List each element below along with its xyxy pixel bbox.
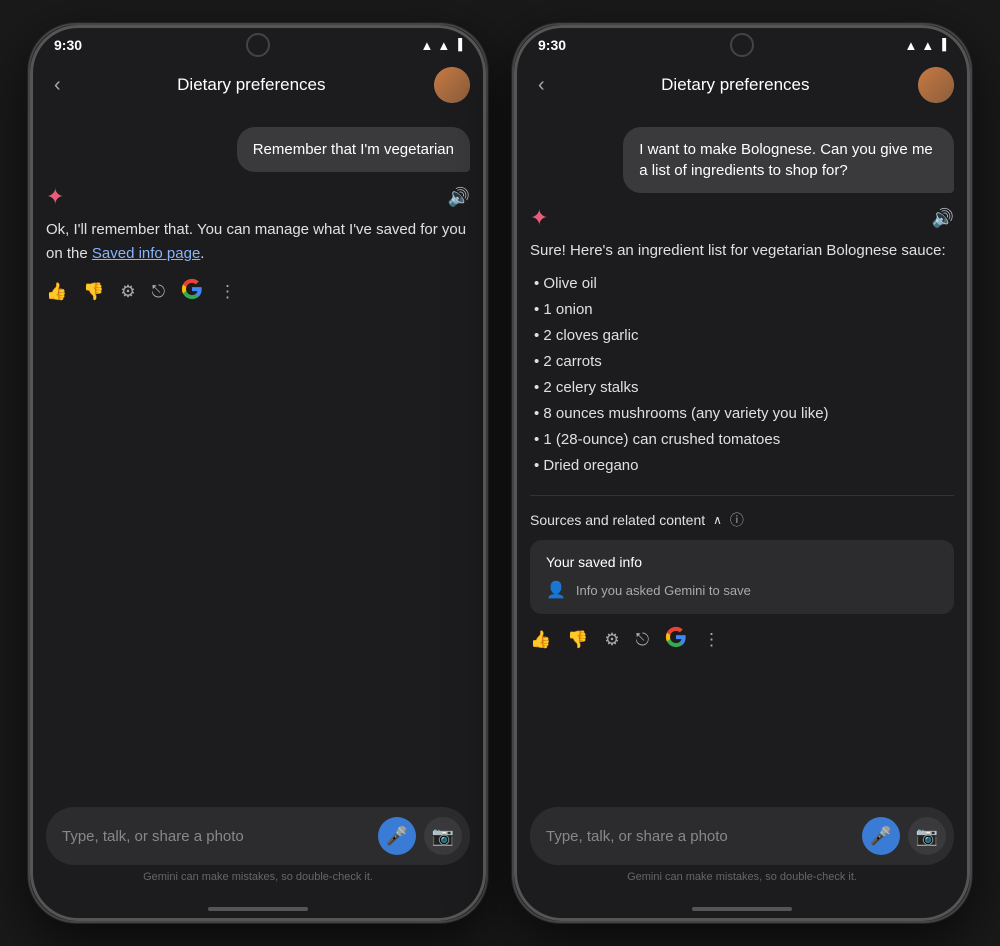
input-area-1: Type, talk, or share a photo 🎤 📷 Gemini … xyxy=(30,795,486,901)
ai-header-row-1: ✦ 🔊 xyxy=(46,184,470,210)
page-title-1: Dietary preferences xyxy=(69,75,434,95)
ai-text-after-link-1: . xyxy=(200,245,204,262)
gemini-star-1: ✦ xyxy=(46,184,64,210)
saved-info-text-2: Info you asked Gemini to save xyxy=(576,583,751,598)
home-indicator-2 xyxy=(514,901,970,921)
sources-header-2[interactable]: Sources and related content ∧ ⓘ xyxy=(530,510,954,530)
ai-text-1: Ok, I'll remember that. You can manage w… xyxy=(46,218,470,266)
input-row-1: Type, talk, or share a photo 🎤 📷 xyxy=(46,807,470,865)
filter-icon-2[interactable]: ⚙ xyxy=(604,630,619,650)
more-icon-1[interactable]: ⋮ xyxy=(219,282,236,302)
avatar-image-1 xyxy=(434,67,470,103)
chat-area-1: Remember that I'm vegetarian ✦ 🔊 Ok, I'l… xyxy=(30,115,486,795)
input-placeholder-2[interactable]: Type, talk, or share a photo xyxy=(546,828,854,845)
time-1: 9:30 xyxy=(54,37,82,53)
disclaimer-2: Gemini can make mistakes, so double-chec… xyxy=(530,865,954,893)
google-icon-1[interactable] xyxy=(181,278,203,305)
status-icons-2: ▲ ▲ ▐ xyxy=(904,38,946,53)
saved-info-card-2: Your saved info 👤 Info you asked Gemini … xyxy=(530,540,954,614)
saved-info-title-2: Your saved info xyxy=(546,554,938,570)
home-bar-1 xyxy=(208,907,308,911)
chevron-up-icon-2: ∧ xyxy=(713,513,722,527)
speaker-icon-2[interactable]: 🔊 xyxy=(932,208,954,229)
mic-button-2[interactable]: 🎤 xyxy=(862,817,900,855)
share-icon-1[interactable]: ⎋ xyxy=(152,282,165,302)
avatar-2[interactable] xyxy=(918,67,954,103)
list-item: 2 cloves garlic xyxy=(534,323,954,349)
chat-area-2: I want to make Bolognese. Can you give m… xyxy=(514,115,970,795)
share-icon-2[interactable]: ⎋ xyxy=(636,630,649,650)
google-icon-2[interactable] xyxy=(665,626,687,653)
person-icon-2: 👤 xyxy=(546,580,566,600)
phone-1: 9:30 ▲ ▲ ▐ ‹ Dietary preferences Remembe… xyxy=(28,23,488,923)
thumbdown-icon-1[interactable]: 👎 xyxy=(83,282,104,302)
input-area-2: Type, talk, or share a photo 🎤 📷 Gemini … xyxy=(514,795,970,901)
sources-label-2: Sources and related content xyxy=(530,512,705,528)
list-item: Olive oil xyxy=(534,271,954,297)
input-placeholder-1[interactable]: Type, talk, or share a photo xyxy=(62,828,370,845)
list-item: 8 ounces mushrooms (any variety you like… xyxy=(534,401,954,427)
ai-intro-text-2: Sure! Here's an ingredient list for vege… xyxy=(530,242,946,259)
notch-2 xyxy=(730,33,754,57)
back-button-1[interactable]: ‹ xyxy=(46,70,69,101)
home-indicator-1 xyxy=(30,901,486,921)
status-bar-2: 9:30 ▲ ▲ ▐ xyxy=(514,25,970,59)
ai-header-row-2: ✦ 🔊 xyxy=(530,205,954,231)
info-icon-2[interactable]: ⓘ xyxy=(730,510,744,530)
notch-1 xyxy=(246,33,270,57)
saved-info-link-1[interactable]: Saved info page xyxy=(92,245,200,262)
more-icon-2[interactable]: ⋮ xyxy=(703,630,720,650)
gemini-star-2: ✦ xyxy=(530,205,548,231)
thumbdown-icon-2[interactable]: 👎 xyxy=(567,630,588,650)
ai-response-2: ✦ 🔊 Sure! Here's an ingredient list for … xyxy=(530,205,954,657)
battery-icon-2: ▐ xyxy=(938,39,946,51)
status-bar-1: 9:30 ▲ ▲ ▐ xyxy=(30,25,486,59)
disclaimer-1: Gemini can make mistakes, so double-chec… xyxy=(46,865,470,893)
input-row-2: Type, talk, or share a photo 🎤 📷 xyxy=(530,807,954,865)
phone-2: 9:30 ▲ ▲ ▐ ‹ Dietary preferences I want … xyxy=(512,23,972,923)
thumbup-icon-2[interactable]: 👍 xyxy=(530,630,551,650)
avatar-image-2 xyxy=(918,67,954,103)
phones-container: 9:30 ▲ ▲ ▐ ‹ Dietary preferences Remembe… xyxy=(28,23,972,923)
wifi-icon-2: ▲ xyxy=(921,38,934,53)
action-bar-1: 👍 👎 ⚙ ⎋ ⋮ xyxy=(46,274,470,309)
wifi-icon-1: ▲ xyxy=(437,38,450,53)
ingredient-list-2: Olive oil 1 onion 2 cloves garlic 2 carr… xyxy=(530,271,954,479)
ai-response-1: ✦ 🔊 Ok, I'll remember that. You can mana… xyxy=(46,184,470,309)
list-item: 2 carrots xyxy=(534,349,954,375)
camera-button-1[interactable]: 📷 xyxy=(424,817,462,855)
sources-divider xyxy=(530,495,954,496)
ai-intro-2: Sure! Here's an ingredient list for vege… xyxy=(530,239,954,263)
mic-button-1[interactable]: 🎤 xyxy=(378,817,416,855)
saved-info-row-2: 👤 Info you asked Gemini to save xyxy=(546,580,938,600)
battery-icon-1: ▐ xyxy=(454,39,462,51)
status-icons-1: ▲ ▲ ▐ xyxy=(420,38,462,53)
filter-icon-1[interactable]: ⚙ xyxy=(120,282,135,302)
user-message-1: Remember that I'm vegetarian xyxy=(237,127,470,172)
signal-icon-2: ▲ xyxy=(904,38,917,53)
header-1: ‹ Dietary preferences xyxy=(30,59,486,115)
signal-icon-1: ▲ xyxy=(420,38,433,53)
camera-button-2[interactable]: 📷 xyxy=(908,817,946,855)
list-item: Dried oregano xyxy=(534,453,954,479)
list-item: 1 (28-ounce) can crushed tomatoes xyxy=(534,427,954,453)
list-item: 1 onion xyxy=(534,297,954,323)
sources-section-2: Sources and related content ∧ ⓘ Your sav… xyxy=(530,491,954,614)
home-bar-2 xyxy=(692,907,792,911)
avatar-1[interactable] xyxy=(434,67,470,103)
back-button-2[interactable]: ‹ xyxy=(530,70,553,101)
thumbup-icon-1[interactable]: 👍 xyxy=(46,282,67,302)
header-2: ‹ Dietary preferences xyxy=(514,59,970,115)
user-message-2: I want to make Bolognese. Can you give m… xyxy=(623,127,954,193)
action-bar-2: 👍 👎 ⚙ ⎋ ⋮ xyxy=(530,622,954,657)
speaker-icon-1[interactable]: 🔊 xyxy=(448,187,470,208)
page-title-2: Dietary preferences xyxy=(553,75,918,95)
time-2: 9:30 xyxy=(538,37,566,53)
list-item: 2 celery stalks xyxy=(534,375,954,401)
